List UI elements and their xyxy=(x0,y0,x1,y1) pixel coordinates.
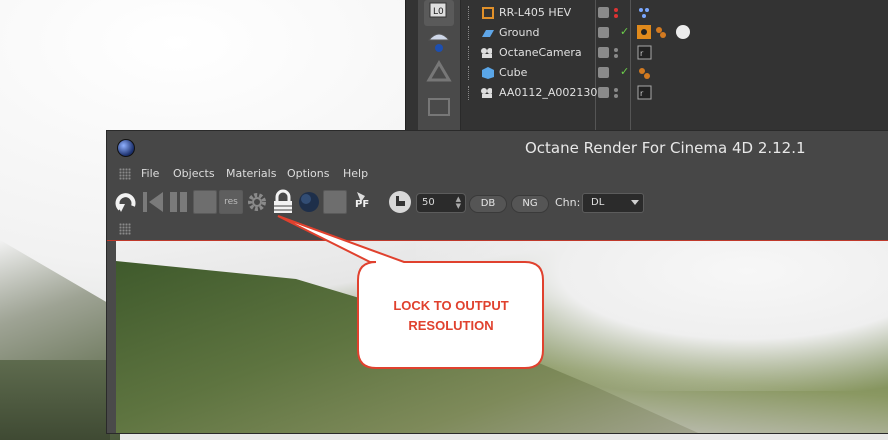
layer-flag[interactable] xyxy=(598,47,609,58)
ng-button[interactable]: NG xyxy=(511,195,549,213)
editor-visibility-dot[interactable] xyxy=(614,88,618,92)
tree-line xyxy=(468,66,479,80)
editor-visibility-dot[interactable] xyxy=(614,48,618,52)
resolution-button[interactable]: res xyxy=(219,190,243,214)
callout-line-1: LOCK TO OUTPUT xyxy=(393,298,509,313)
pick-focus-button[interactable]: PF xyxy=(351,190,377,214)
background-shore xyxy=(0,360,110,440)
floor-object-icon xyxy=(482,30,494,37)
list-item[interactable]: Cube ✓ xyxy=(462,64,888,82)
layer-flag[interactable] xyxy=(598,7,609,18)
object-list: RR-L405 HEV Ground ✓ OctaneCamera r Cube… xyxy=(462,0,888,130)
app-logo-icon xyxy=(117,139,135,157)
camera-icon xyxy=(481,88,492,98)
restart-render-icon[interactable] xyxy=(115,190,139,214)
window-titlebar[interactable]: Octane Render For Cinema 4D 2.12.1 xyxy=(107,131,888,164)
object-name: Cube xyxy=(499,66,528,79)
svg-text:L0: L0 xyxy=(433,7,444,17)
material-tags[interactable] xyxy=(637,25,697,41)
scene-tool-icon[interactable] xyxy=(424,94,454,120)
pause-render-icon[interactable] xyxy=(167,190,191,214)
object-name: RR-L405 HEV xyxy=(499,6,572,19)
visibility-flags[interactable] xyxy=(598,6,628,20)
tree-line xyxy=(468,6,479,20)
region-button[interactable] xyxy=(323,190,347,214)
enabled-check-icon[interactable]: ✓ xyxy=(620,65,629,78)
cube-object-icon xyxy=(482,67,494,79)
render-toolbar: res PF 50 ▲ ▼ DB NG Chn: DL xyxy=(107,184,888,218)
layer-flag[interactable] xyxy=(598,27,609,38)
visibility-flags[interactable] xyxy=(598,86,628,100)
tag-icon[interactable] xyxy=(637,5,657,21)
settings-gear-icon[interactable] xyxy=(245,190,269,214)
list-item[interactable]: AA0112_A0021305 r xyxy=(462,84,888,102)
menu-bar: File Objects Materials Options Help xyxy=(107,164,888,184)
object-name: AA0112_A0021305 xyxy=(499,86,605,99)
window-title: Octane Render For Cinema 4D 2.12.1 xyxy=(525,139,806,157)
visibility-flags[interactable]: ✓ xyxy=(598,65,629,80)
callout-text: LOCK TO OUTPUT RESOLUTION xyxy=(360,296,542,336)
recycle-icon[interactable] xyxy=(424,60,454,86)
list-item[interactable]: OctaneCamera r xyxy=(462,44,888,62)
parachute-icon[interactable] xyxy=(424,28,454,54)
drag-handle-icon[interactable] xyxy=(119,168,131,180)
pf-label: PF xyxy=(355,199,370,210)
list-item[interactable]: Ground ✓ xyxy=(462,24,888,42)
visibility-flags[interactable]: ✓ xyxy=(598,25,629,40)
tree-line xyxy=(468,26,479,40)
samples-value: 50 xyxy=(422,197,435,208)
stepper-arrows-icon[interactable]: ▲ ▼ xyxy=(456,196,461,210)
camera-icon xyxy=(481,48,492,58)
stop-render-icon[interactable] xyxy=(141,190,165,214)
render-viewport[interactable] xyxy=(116,241,888,433)
octane-camera-tag-icon[interactable]: r xyxy=(637,85,653,101)
stop-button[interactable] xyxy=(193,190,217,214)
render-visibility-dot[interactable] xyxy=(614,14,618,18)
menu-materials[interactable]: Materials xyxy=(226,167,276,180)
tree-line xyxy=(468,46,479,60)
octane-camera-tag-icon[interactable]: r xyxy=(637,45,653,61)
drag-handle-icon[interactable] xyxy=(119,223,131,235)
channel-value: DL xyxy=(591,197,605,208)
enabled-check-icon[interactable]: ✓ xyxy=(620,25,629,38)
menu-file[interactable]: File xyxy=(141,167,159,180)
pick-material-hand-icon[interactable] xyxy=(387,189,413,215)
channel-select[interactable]: DL xyxy=(582,193,644,213)
octane-render-window: Octane Render For Cinema 4D 2.12.1 File … xyxy=(106,130,888,434)
material-sphere-icon[interactable] xyxy=(297,190,321,214)
render-visibility-dot[interactable] xyxy=(614,54,618,58)
object-name: Ground xyxy=(499,26,540,39)
layer-flag[interactable] xyxy=(598,67,609,78)
menu-help[interactable]: Help xyxy=(343,167,368,180)
material-tag-icon[interactable] xyxy=(637,65,653,81)
lock-resolution-icon[interactable] xyxy=(271,189,295,215)
layer-tool-icon[interactable]: L0 xyxy=(424,0,454,26)
callout-line-2: RESOLUTION xyxy=(408,318,494,333)
menu-options[interactable]: Options xyxy=(287,167,329,180)
list-item[interactable]: RR-L405 HEV xyxy=(462,4,888,22)
editor-visibility-dot[interactable] xyxy=(614,8,618,12)
channel-label: Chn: xyxy=(555,196,581,209)
visibility-flags[interactable] xyxy=(598,46,628,60)
db-button[interactable]: DB xyxy=(469,195,507,213)
chevron-down-icon xyxy=(631,200,639,205)
secondary-bar xyxy=(107,218,888,241)
layer-flag[interactable] xyxy=(598,87,609,98)
layer-object-icon xyxy=(482,7,494,19)
render-visibility-dot[interactable] xyxy=(614,94,618,98)
samples-stepper[interactable]: 50 ▲ ▼ xyxy=(416,193,466,213)
object-name: OctaneCamera xyxy=(499,46,582,59)
tree-line xyxy=(468,86,479,100)
menu-objects[interactable]: Objects xyxy=(173,167,215,180)
